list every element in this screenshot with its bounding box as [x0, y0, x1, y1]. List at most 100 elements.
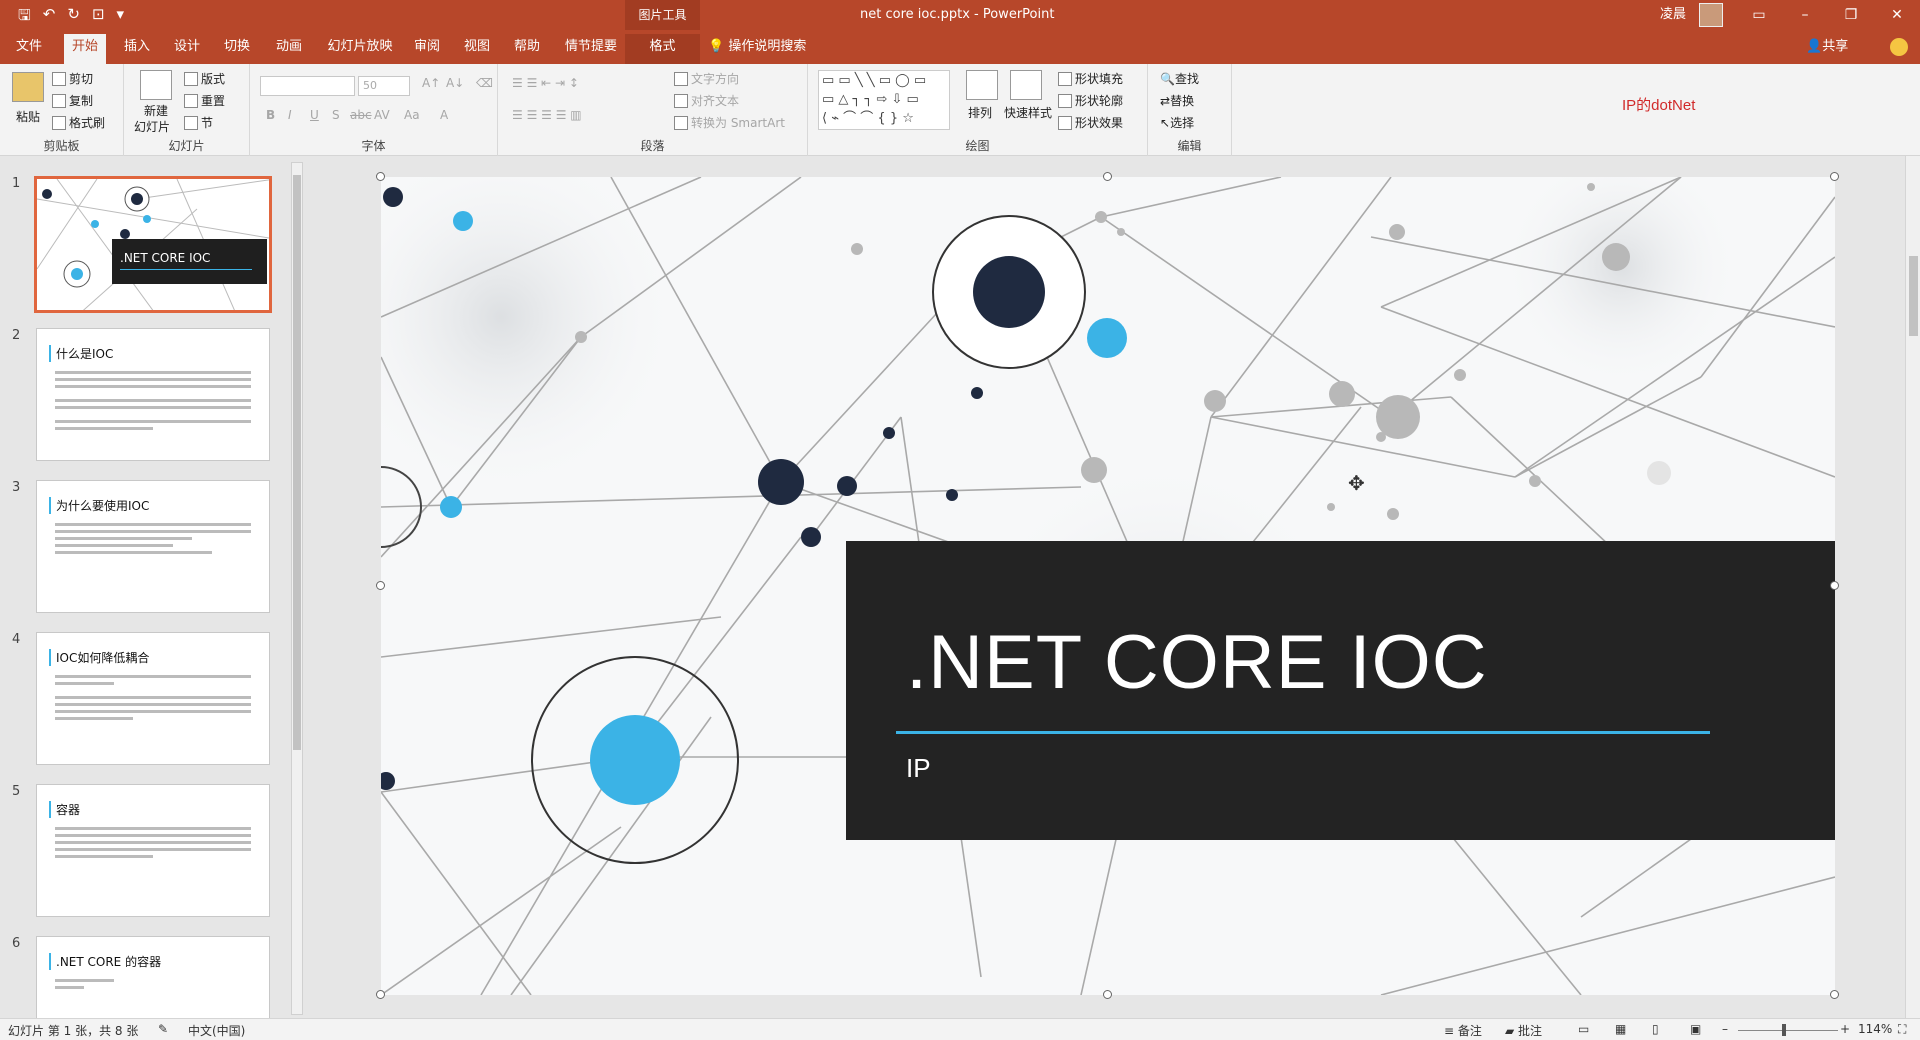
- ribbon-display-options-button[interactable]: ▭: [1736, 0, 1782, 30]
- thumbnail-slide-3[interactable]: 为什么要使用IOC: [36, 480, 270, 613]
- editor-scrollbar[interactable]: [1905, 156, 1920, 1018]
- format-painter-button[interactable]: 格式刷: [52, 114, 105, 131]
- char-spacing-button[interactable]: AV: [374, 108, 390, 122]
- spellcheck-icon[interactable]: ✎: [158, 1022, 168, 1036]
- save-icon[interactable]: 🖫: [18, 5, 31, 30]
- italic-button[interactable]: I: [288, 108, 292, 122]
- thumbnails-scroll-thumb[interactable]: [293, 175, 301, 750]
- resize-handle-se[interactable]: [1830, 990, 1839, 999]
- slide-thumbnails-pane[interactable]: 1 .NET CORE IOC 2 什么是IOC 3 为什么要使用IOC 4 I…: [0, 156, 305, 1018]
- shape-effects-button[interactable]: 形状效果: [1058, 114, 1123, 131]
- shapes-gallery[interactable]: ▭ ▭ ╲ ╲ ▭ ◯ ▭ ▭ △ ┐ ┐ ⇨ ⇩ ▭ ⟨ ⌁ ⌒ ⌒ { } ☆: [818, 70, 950, 130]
- start-from-beginning-icon[interactable]: ⊡: [92, 5, 105, 30]
- resize-handle-sw[interactable]: [376, 990, 385, 999]
- slideshow-view-icon[interactable]: ▣: [1690, 1022, 1701, 1036]
- quick-styles-button[interactable]: 快速样式: [1004, 104, 1052, 121]
- grow-font-icon[interactable]: A↑: [422, 76, 440, 90]
- tab-file[interactable]: 文件: [8, 34, 50, 64]
- new-slide-button[interactable]: 新建: [144, 102, 168, 119]
- font-color-button[interactable]: A: [440, 108, 448, 122]
- resize-handle-e[interactable]: [1830, 581, 1839, 590]
- new-slide-icon[interactable]: [140, 70, 172, 100]
- fit-to-window-icon[interactable]: ⛶: [1898, 1022, 1906, 1037]
- convert-smartart-button[interactable]: 转换为 SmartArt: [674, 114, 785, 131]
- zoom-level[interactable]: 114%: [1858, 1022, 1892, 1036]
- font-size-box[interactable]: 50: [358, 76, 410, 96]
- share-button[interactable]: 👤共享: [1806, 34, 1848, 60]
- redo-icon[interactable]: ↻: [67, 5, 80, 30]
- resize-handle-s[interactable]: [1103, 990, 1112, 999]
- tab-storyboard[interactable]: 情节提要: [558, 34, 624, 64]
- language-indicator[interactable]: 中文(中国): [188, 1022, 245, 1039]
- align-text-button[interactable]: 对齐文本: [674, 92, 739, 109]
- tab-format[interactable]: 格式: [625, 34, 700, 64]
- zoom-in-icon[interactable]: +: [1840, 1022, 1850, 1036]
- restore-button[interactable]: ❐: [1828, 0, 1874, 30]
- undo-icon[interactable]: ↶: [43, 5, 56, 30]
- tab-view[interactable]: 视图: [456, 34, 498, 64]
- resize-handle-w[interactable]: [376, 581, 385, 590]
- zoom-out-icon[interactable]: –: [1722, 1022, 1728, 1036]
- change-case-button[interactable]: Aa: [404, 108, 420, 122]
- notes-button[interactable]: ≡ 备注: [1444, 1022, 1482, 1039]
- slide-title[interactable]: .NET CORE IOC: [906, 619, 1488, 706]
- paste-icon[interactable]: [12, 72, 44, 102]
- slide-subtitle[interactable]: IP: [906, 753, 931, 784]
- shrink-font-icon[interactable]: A↓: [446, 76, 464, 90]
- comments-button[interactable]: ▰ 批注: [1505, 1022, 1542, 1039]
- thumbnail-slide-1[interactable]: .NET CORE IOC: [34, 176, 272, 313]
- bullets-icon[interactable]: ☰ ☰ ⇤ ⇥ ↕: [512, 76, 579, 90]
- shadow-button[interactable]: S: [332, 108, 340, 122]
- thumbnail-slide-5[interactable]: 容器: [36, 784, 270, 917]
- tell-me-search[interactable]: 💡 操作说明搜索: [708, 34, 806, 60]
- select-button[interactable]: ↖选择: [1160, 114, 1194, 131]
- feedback-smiley-icon[interactable]: [1890, 38, 1908, 56]
- font-name-box[interactable]: [260, 76, 355, 96]
- arrange-button[interactable]: 排列: [968, 104, 992, 121]
- zoom-slider[interactable]: [1738, 1030, 1838, 1031]
- title-placeholder[interactable]: .NET CORE IOC IP: [846, 541, 1835, 840]
- resize-handle-n[interactable]: [1103, 172, 1112, 181]
- bold-button[interactable]: B: [266, 108, 275, 122]
- cut-button[interactable]: 剪切: [52, 70, 93, 87]
- copy-button[interactable]: 复制: [52, 92, 93, 109]
- paste-button[interactable]: 粘贴: [16, 108, 40, 125]
- reading-view-icon[interactable]: ▯: [1652, 1022, 1659, 1036]
- resize-handle-ne[interactable]: [1830, 172, 1839, 181]
- slide-canvas[interactable]: .NET CORE IOC IP: [381, 177, 1835, 995]
- normal-view-icon[interactable]: ▭: [1578, 1022, 1589, 1036]
- thumbnail-slide-4[interactable]: IOC如何降低耦合: [36, 632, 270, 765]
- tab-help[interactable]: 帮助: [506, 34, 548, 64]
- slide-sorter-icon[interactable]: ▦: [1615, 1022, 1626, 1036]
- section-button[interactable]: 节: [184, 114, 213, 131]
- shape-outline-button[interactable]: 形状轮廓: [1058, 92, 1123, 109]
- clear-format-icon[interactable]: ⌫: [476, 76, 493, 90]
- text-direction-button[interactable]: 文字方向: [674, 70, 739, 87]
- tab-animations[interactable]: 动画: [268, 34, 310, 64]
- align-icons[interactable]: ☰ ☰ ☰ ☰ ▥: [512, 108, 582, 122]
- replace-button[interactable]: ⇄替换: [1160, 92, 1194, 109]
- arrange-icon[interactable]: [966, 70, 998, 100]
- editor-scroll-thumb[interactable]: [1909, 256, 1918, 336]
- minimize-button[interactable]: –: [1782, 0, 1828, 30]
- user-name[interactable]: 凌晨: [1660, 0, 1686, 30]
- thumbnails-scrollbar[interactable]: [291, 162, 303, 1015]
- tab-design[interactable]: 设计: [166, 34, 208, 64]
- shape-fill-button[interactable]: 形状填充: [1058, 70, 1123, 87]
- reset-button[interactable]: 重置: [184, 92, 225, 109]
- resize-handle-nw[interactable]: [376, 172, 385, 181]
- tab-home[interactable]: 开始: [64, 34, 106, 64]
- quick-styles-icon[interactable]: [1010, 70, 1042, 100]
- find-button[interactable]: 🔍查找: [1160, 70, 1199, 87]
- avatar[interactable]: [1699, 3, 1723, 27]
- strikethrough-button[interactable]: abc: [350, 108, 372, 122]
- thumbnail-slide-2[interactable]: 什么是IOC: [36, 328, 270, 461]
- underline-button[interactable]: U: [310, 108, 319, 122]
- tab-insert[interactable]: 插入: [116, 34, 158, 64]
- customize-qat-icon[interactable]: ▾: [117, 5, 125, 30]
- close-button[interactable]: ✕: [1874, 0, 1920, 30]
- tab-review[interactable]: 审阅: [406, 34, 448, 64]
- thumbnail-slide-6[interactable]: .NET CORE 的容器: [36, 936, 270, 1018]
- zoom-slider-knob[interactable]: [1782, 1024, 1786, 1036]
- tab-slideshow[interactable]: 幻灯片放映: [320, 34, 400, 64]
